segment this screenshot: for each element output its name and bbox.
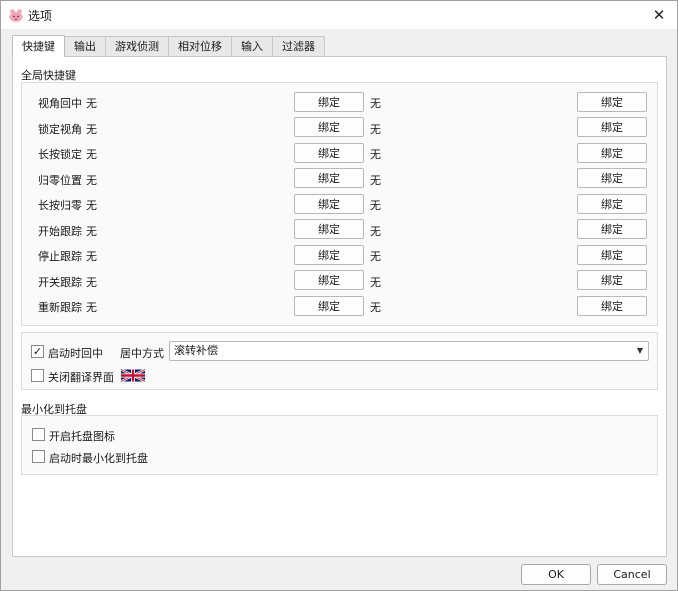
tab-relative-translation[interactable]: 相对位移 xyxy=(168,36,232,56)
center-mode-select[interactable]: 滚转补偿 ▼ xyxy=(169,341,649,361)
tab-bar: 快捷键 输出 游戏侦测 相对位移 输入 过滤器 xyxy=(12,35,325,57)
bind-button-alt[interactable]: 绑定 xyxy=(577,117,647,137)
hotkey-value-alt: 无 xyxy=(370,301,381,314)
options-dialog: 选项 ✕ 快捷键 输出 游戏侦测 相对位移 输入 过滤器 全局快捷键 视角回中 … xyxy=(0,0,678,591)
hotkey-label: 重新跟踪 xyxy=(38,301,82,314)
hotkey-value: 无 xyxy=(86,301,97,314)
hotkey-label: 长按归零 xyxy=(38,199,82,212)
cancel-button[interactable]: Cancel xyxy=(597,564,667,585)
bind-button-alt[interactable]: 绑定 xyxy=(577,219,647,239)
tab-panel-hotkeys: 全局快捷键 视角回中 无 绑定 无 绑定 锁定视角 无 绑定 无 绑定 长按锁定… xyxy=(12,56,667,557)
tab-filter[interactable]: 过滤器 xyxy=(272,36,325,56)
title-bar: 选项 ✕ xyxy=(1,1,677,29)
bind-button[interactable]: 绑定 xyxy=(294,168,364,188)
hotkey-value: 无 xyxy=(86,225,97,238)
hotkey-label: 开始跟踪 xyxy=(38,225,82,238)
bind-button[interactable]: 绑定 xyxy=(294,296,364,316)
bind-button-alt[interactable]: 绑定 xyxy=(577,270,647,290)
hotkey-value-alt: 无 xyxy=(370,276,381,289)
global-hotkeys-title: 全局快捷键 xyxy=(21,69,76,82)
tab-input[interactable]: 输入 xyxy=(231,36,273,56)
tab-game-detection[interactable]: 游戏侦测 xyxy=(105,36,169,56)
chevron-down-icon: ▼ xyxy=(636,346,643,355)
uk-flag-icon xyxy=(121,369,145,382)
tab-hotkeys[interactable]: 快捷键 xyxy=(12,35,65,57)
bind-button[interactable]: 绑定 xyxy=(294,92,364,112)
close-button[interactable]: ✕ xyxy=(647,5,671,25)
hotkey-label: 视角回中 xyxy=(38,97,82,110)
bind-button[interactable]: 绑定 xyxy=(294,270,364,290)
hotkey-value: 无 xyxy=(86,174,97,187)
minimize-on-start-label: 启动时最小化到托盘 xyxy=(49,452,148,465)
hotkey-value: 无 xyxy=(86,276,97,289)
hotkey-label: 锁定视角 xyxy=(38,123,82,136)
bind-button[interactable]: 绑定 xyxy=(294,194,364,214)
center-mode-value: 滚转补偿 xyxy=(174,344,218,357)
bind-button[interactable]: 绑定 xyxy=(294,117,364,137)
center-mode-label: 居中方式 xyxy=(120,347,164,360)
hotkey-label: 归零位置 xyxy=(38,174,82,187)
bind-button-alt[interactable]: 绑定 xyxy=(577,168,647,188)
minimize-on-start-checkbox[interactable] xyxy=(32,450,45,463)
bind-button-alt[interactable]: 绑定 xyxy=(577,296,647,316)
bind-button[interactable]: 绑定 xyxy=(294,143,364,163)
enable-tray-icon-label: 开启托盘图标 xyxy=(49,430,115,443)
tray-options-group xyxy=(21,415,658,475)
hotkey-value: 无 xyxy=(86,199,97,212)
hotkey-value-alt: 无 xyxy=(370,199,381,212)
center-on-start-checkbox[interactable]: ✓ xyxy=(31,345,44,358)
bind-button-alt[interactable]: 绑定 xyxy=(577,143,647,163)
hotkey-value-alt: 无 xyxy=(370,123,381,136)
hotkey-value-alt: 无 xyxy=(370,97,381,110)
bind-button-alt[interactable]: 绑定 xyxy=(577,194,647,214)
hotkey-value-alt: 无 xyxy=(370,148,381,161)
hotkey-value: 无 xyxy=(86,148,97,161)
hotkey-label: 开关跟踪 xyxy=(38,276,82,289)
hotkey-value-alt: 无 xyxy=(370,174,381,187)
window-title: 选项 xyxy=(28,9,53,23)
bind-button[interactable]: 绑定 xyxy=(294,245,364,265)
hotkey-value-alt: 无 xyxy=(370,250,381,263)
app-icon xyxy=(9,9,23,22)
close-translation-label: 关闭翻译界面 xyxy=(48,371,114,384)
tab-output[interactable]: 输出 xyxy=(64,36,106,56)
hotkey-label: 长按锁定 xyxy=(38,148,82,161)
hotkey-value: 无 xyxy=(86,123,97,136)
enable-tray-icon-checkbox[interactable] xyxy=(32,428,45,441)
bind-button-alt[interactable]: 绑定 xyxy=(577,245,647,265)
close-icon: ✕ xyxy=(652,6,666,24)
bind-button[interactable]: 绑定 xyxy=(294,219,364,239)
center-on-start-label: 启动时回中 xyxy=(48,347,103,360)
bind-button-alt[interactable]: 绑定 xyxy=(577,92,647,112)
hotkey-value: 无 xyxy=(86,250,97,263)
ok-button[interactable]: OK xyxy=(521,564,591,585)
hotkey-label: 停止跟踪 xyxy=(38,250,82,263)
hotkey-value: 无 xyxy=(86,97,97,110)
hotkey-value-alt: 无 xyxy=(370,225,381,238)
close-translation-checkbox[interactable] xyxy=(31,369,44,382)
